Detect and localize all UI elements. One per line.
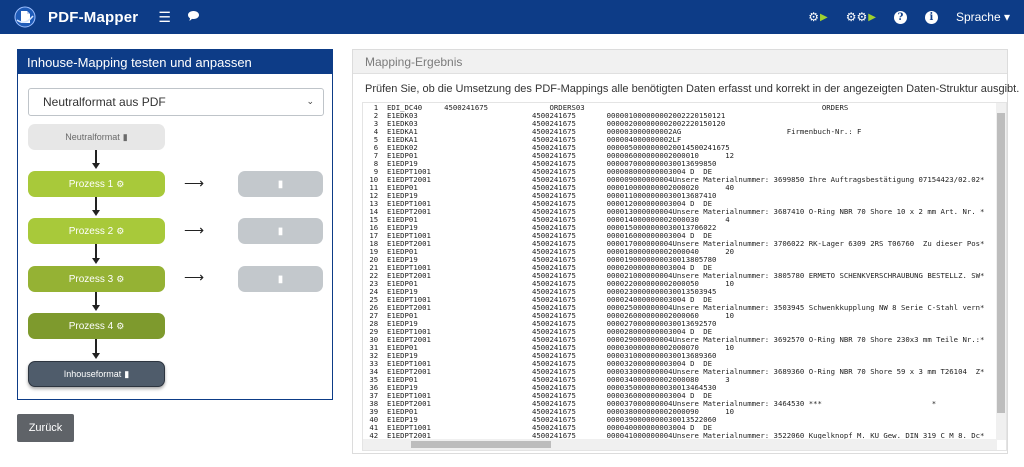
horizontal-scrollbar[interactable] xyxy=(363,439,997,450)
help-button[interactable]: ? xyxy=(893,10,907,24)
back-button[interactable]: Zurück xyxy=(17,414,74,442)
app-title: PDF-Mapper xyxy=(48,8,139,26)
flow-line xyxy=(95,150,97,164)
arrow-right-icon: ⟶ xyxy=(184,269,205,285)
process-4-label: Prozess 4 xyxy=(68,320,114,332)
file-icon: ▮ xyxy=(124,368,130,379)
code-content: 1 EDI_DC40 4500241675 ORDERS03 ORDERS 2 … xyxy=(363,103,997,441)
gears-icon: ⚙ xyxy=(116,273,125,284)
flow-arrow xyxy=(92,258,100,264)
gears-icon: ⚙ xyxy=(116,178,125,189)
result-panel-title: Mapping-Ergebnis xyxy=(353,50,1007,74)
inhouseformat-label: Inhouseformat xyxy=(63,369,122,379)
mapping-result-panel: Mapping-Ergebnis Prüfen Sie, ob die Umse… xyxy=(352,49,1019,454)
result-description: Prüfen Sie, ob die Umsetzung des PDF-Map… xyxy=(365,83,1020,95)
gears-icon: ⚙ xyxy=(116,225,125,236)
help-icon: ? xyxy=(893,10,907,24)
process-1-label: Prozess 1 xyxy=(68,178,114,190)
process-1-node[interactable]: Prozess 1 ⚙ xyxy=(28,171,165,197)
arrow-right-icon: ⟶ xyxy=(184,222,205,238)
process-1-output-button[interactable]: ▮ xyxy=(238,171,323,197)
format-select-value: Neutralformat aus PDF xyxy=(43,95,166,109)
file-icon: ▮ xyxy=(122,131,128,142)
vertical-scroll-thumb[interactable] xyxy=(997,113,1005,413)
flow-line xyxy=(95,197,97,211)
neutralformat-label: Neutralformat xyxy=(65,132,120,142)
inhouseformat-node[interactable]: Inhouseformat ▮ xyxy=(28,361,165,387)
file-icon: ▮ xyxy=(277,178,284,190)
process-2-label: Prozess 2 xyxy=(68,225,114,237)
hamburger-icon[interactable]: ☰ xyxy=(158,9,171,26)
chevron-down-icon: ⌄ xyxy=(306,96,314,106)
horizontal-scroll-thumb[interactable] xyxy=(411,441,551,448)
language-dropdown[interactable]: Sprache ▾ xyxy=(956,10,1010,24)
panel-title: Inhouse-Mapping testen und anpassen xyxy=(18,50,332,74)
flow-line xyxy=(95,292,97,306)
file-icon: ▮ xyxy=(277,225,284,237)
top-navbar: PDF-Mapper ☰ ⚙ ▶ ⚙⚙ ▶ ? i Sprache ▾ xyxy=(0,0,1024,34)
process-3-node[interactable]: Prozess 3 ⚙ xyxy=(28,266,165,292)
process-3-label: Prozess 3 xyxy=(68,273,114,285)
info-icon: i xyxy=(924,10,938,24)
arrow-right-icon: ⟶ xyxy=(184,175,205,191)
gears-icon: ⚙⚙ xyxy=(845,10,868,24)
play-icon: ▶ xyxy=(868,11,876,23)
process-3-output-button[interactable]: ▮ xyxy=(238,266,323,292)
flow-line xyxy=(95,244,97,259)
app-logo-icon xyxy=(14,6,36,28)
chat-icon[interactable] xyxy=(187,9,200,25)
info-button[interactable]: i xyxy=(924,10,938,24)
neutralformat-node[interactable]: Neutralformat ▮ xyxy=(28,124,165,150)
flow-arrow xyxy=(92,163,100,169)
run-all-button[interactable]: ⚙⚙ ▶ xyxy=(846,10,876,24)
run-single-button[interactable]: ⚙ ▶ xyxy=(808,10,827,24)
process-4-node[interactable]: Prozess 4 ⚙ xyxy=(28,313,165,339)
flow-arrow xyxy=(92,210,100,216)
flow-line xyxy=(95,339,97,354)
play-icon: ▶ xyxy=(820,11,828,23)
gears-icon: ⚙ xyxy=(116,320,125,331)
format-select[interactable]: Neutralformat aus PDF ⌄ xyxy=(28,88,324,116)
brand[interactable]: PDF-Mapper xyxy=(14,6,138,28)
vertical-scrollbar[interactable] xyxy=(996,103,1006,440)
gear-icon: ⚙ xyxy=(808,10,820,24)
process-2-output-button[interactable]: ▮ xyxy=(238,218,323,244)
process-2-node[interactable]: Prozess 2 ⚙ xyxy=(28,218,165,244)
navbar-right: ⚙ ▶ ⚙⚙ ▶ ? i Sprache ▾ xyxy=(790,0,1010,34)
result-code-viewer[interactable]: 1 EDI_DC40 4500241675 ORDERS03 ORDERS 2 … xyxy=(362,102,1007,451)
code-text: 1 EDI_DC40 4500241675 ORDERS03 ORDERS 2 … xyxy=(369,103,985,441)
file-icon: ▮ xyxy=(277,273,284,285)
flow-arrow xyxy=(92,305,100,311)
mapping-test-panel: Inhouse-Mapping testen und anpassen Neut… xyxy=(17,49,333,400)
flow-arrow xyxy=(92,353,100,359)
